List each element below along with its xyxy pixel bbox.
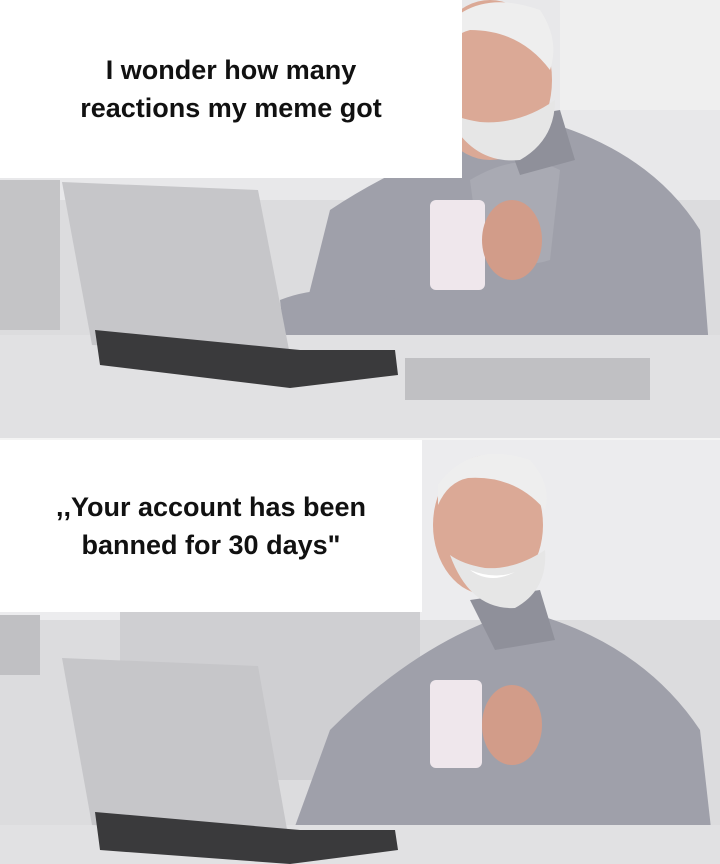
- top-panel: I wonder how many reactions my meme got: [0, 0, 720, 440]
- bottom-panel: ,,Your account has been banned for 30 da…: [0, 440, 720, 864]
- bottom-caption: ,,Your account has been banned for 30 da…: [0, 440, 422, 612]
- meme-image: I wonder how many reactions my meme got: [0, 0, 720, 864]
- top-caption: I wonder how many reactions my meme got: [0, 0, 462, 178]
